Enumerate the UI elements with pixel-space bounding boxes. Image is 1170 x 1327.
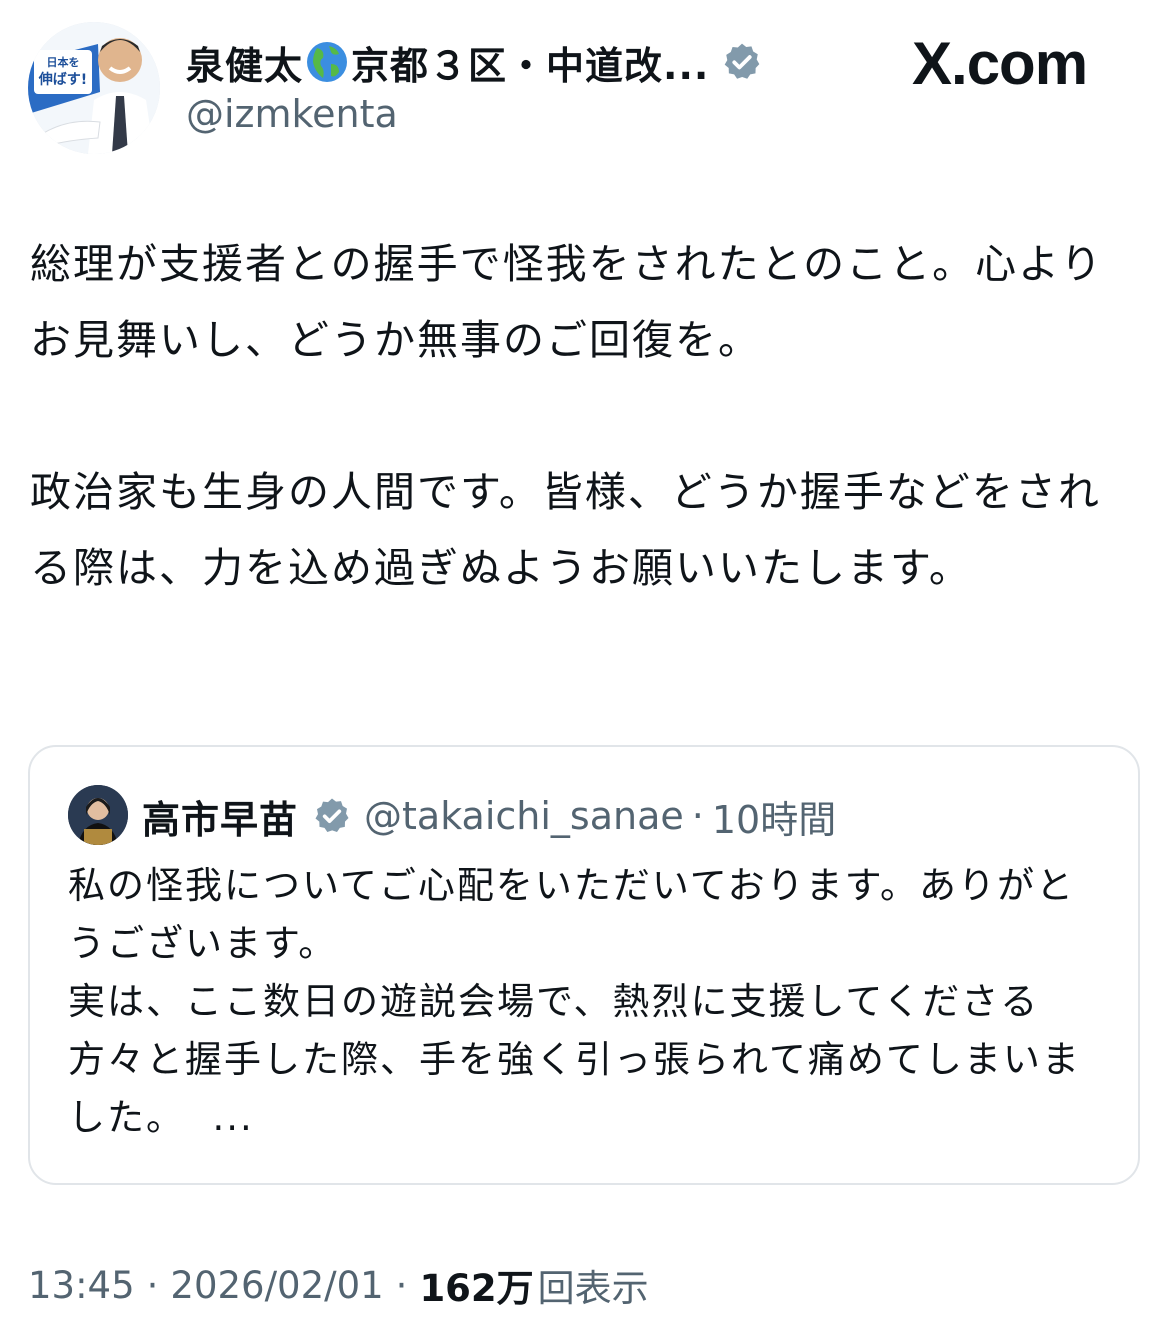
tweet-meta-row: 13:45 · 2026/02/01 · 162万 回表示 (28, 1256, 649, 1314)
quoted-tweet-text: 私の怪我についてご心配をいただいております。ありがとうございます。 実は、ここ数… (68, 857, 1108, 1147)
views-count[interactable]: 162万 (419, 1258, 533, 1312)
quoted-more-ellipsis[interactable]: ... (185, 1096, 254, 1139)
tweet-paragraph-1: 総理が支援者との握手で怪我をされたとのこと。心よりお見舞いし、どうか無事のご回復… (30, 240, 1104, 364)
author-name-row[interactable]: 泉健太 京都３区・中道改... (186, 30, 763, 94)
verified-badge-icon (725, 43, 760, 79)
author-handle[interactable]: @izmkenta (186, 92, 398, 136)
quoted-tweet-header: 高市早苗 @takaichi_sanae · 10時間 (142, 787, 836, 845)
avatar-banner-line2: 伸ばす! (38, 71, 87, 88)
tweet-paragraph-2: 政治家も生身の人間です。皆様、どうか握手などをされる際は、力を込め過ぎぬようお願… (30, 468, 1101, 592)
author-avatar[interactable]: 日本を 伸ばす! (28, 22, 160, 154)
meta-separator-2: · (395, 1263, 408, 1307)
x-com-text: X.com (912, 29, 1088, 97)
quoted-author-handle[interactable]: @takaichi_sanae (364, 794, 684, 838)
quoted-author-name[interactable]: 高市早苗 (142, 789, 298, 844)
meta-separator-1: · (146, 1263, 159, 1307)
quoted-tweet-card[interactable]: 高市早苗 @takaichi_sanae · 10時間 私の怪我についてご心配を… (28, 745, 1140, 1185)
x-com-logo: X.com (912, 28, 1088, 98)
quoted-verified-badge-icon (315, 798, 349, 832)
author-name-first[interactable]: 泉健太 (186, 35, 303, 90)
quoted-header-separator: · (691, 794, 704, 838)
globe-americas-icon (307, 42, 348, 82)
author-name-rest[interactable]: 京都３区・中道改... (351, 35, 709, 90)
quoted-timestamp[interactable]: 10時間 (712, 789, 836, 844)
quoted-profile-photo-icon (68, 785, 128, 845)
quoted-author-avatar[interactable] (68, 785, 128, 845)
tweet-date[interactable]: 2026/02/01 (170, 1264, 383, 1307)
avatar-banner-line1: 日本を (47, 55, 80, 69)
views-label: 回表示 (537, 1267, 649, 1310)
profile-photo-icon: 日本を 伸ばす! (28, 22, 160, 154)
tweet-time[interactable]: 13:45 (28, 1264, 135, 1307)
